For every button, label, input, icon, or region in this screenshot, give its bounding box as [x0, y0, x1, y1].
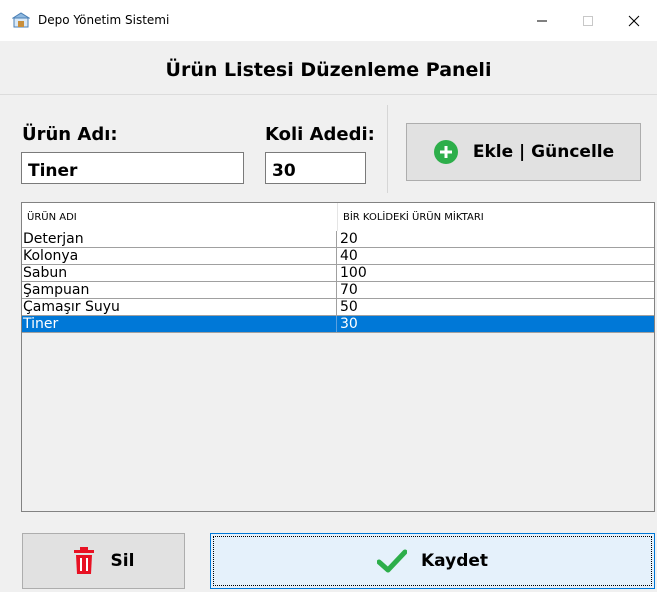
window-titlebar: Depo Yönetim Sistemi — [0, 0, 657, 41]
trash-icon — [73, 547, 94, 574]
maximize-button[interactable] — [565, 0, 611, 41]
vertical-divider — [387, 105, 388, 193]
cell-quantity: 40 — [340, 248, 358, 264]
minimize-icon — [537, 20, 547, 21]
save-button[interactable]: Kaydet — [210, 533, 655, 589]
list-header: ÜRÜN ADI BİR KOLİDEKİ ÜRÜN MİKTARI — [22, 203, 654, 232]
cell-quantity: 100 — [340, 265, 367, 281]
panel-title: Ürün Listesi Düzenleme Paneli — [165, 59, 492, 81]
warehouse-icon — [11, 12, 31, 28]
cell-product-name: Çamaşır Suyu — [22, 299, 337, 315]
window-title: Depo Yönetim Sistemi — [38, 13, 170, 27]
column-divider[interactable] — [337, 203, 338, 231]
cell-quantity: 70 — [340, 282, 358, 298]
add-update-label: Ekle | Güncelle — [472, 142, 615, 162]
list-row[interactable]: Deterjan 20 — [22, 231, 654, 248]
list-row[interactable]: Şampuan 70 — [22, 282, 654, 299]
list-row[interactable]: Kolonya 40 — [22, 248, 654, 265]
cell-product-name: Tiner — [22, 316, 337, 332]
box-quantity-input[interactable]: 30 — [265, 152, 366, 184]
cell-product-name: Şampuan — [22, 282, 337, 298]
minimize-button[interactable] — [519, 0, 565, 41]
cell-quantity: 20 — [340, 231, 358, 247]
cell-product-name: Deterjan — [22, 231, 337, 247]
cell-product-name: Sabun — [22, 265, 337, 281]
list-row[interactable]: Sabun 100 — [22, 265, 654, 282]
delete-button[interactable]: Sil — [22, 533, 185, 589]
column-header-quantity[interactable]: BİR KOLİDEKİ ÜRÜN MİKTARI — [343, 212, 484, 223]
box-quantity-label: Koli Adedi: — [265, 124, 375, 145]
product-name-input[interactable]: Tiner — [21, 152, 244, 184]
maximize-icon — [583, 15, 593, 26]
product-name-label: Ürün Adı: — [22, 124, 118, 145]
delete-label: Sil — [110, 551, 135, 571]
product-list[interactable]: ÜRÜN ADI BİR KOLİDEKİ ÜRÜN MİKTARI Deter… — [21, 202, 655, 512]
plus-circle-icon — [433, 140, 458, 164]
cell-quantity: 50 — [340, 299, 358, 315]
check-icon — [376, 549, 407, 573]
close-button[interactable] — [611, 0, 657, 41]
list-row[interactable]: Çamaşır Suyu 50 — [22, 299, 654, 316]
cell-product-name: Kolonya — [22, 248, 337, 264]
add-update-button[interactable]: Ekle | Güncelle — [406, 123, 641, 181]
list-row-selected[interactable]: Tiner 30 — [22, 316, 654, 333]
cell-quantity: 30 — [340, 316, 358, 332]
save-label: Kaydet — [420, 551, 489, 571]
column-header-product-name[interactable]: ÜRÜN ADI — [27, 212, 77, 223]
close-icon — [628, 15, 640, 26]
